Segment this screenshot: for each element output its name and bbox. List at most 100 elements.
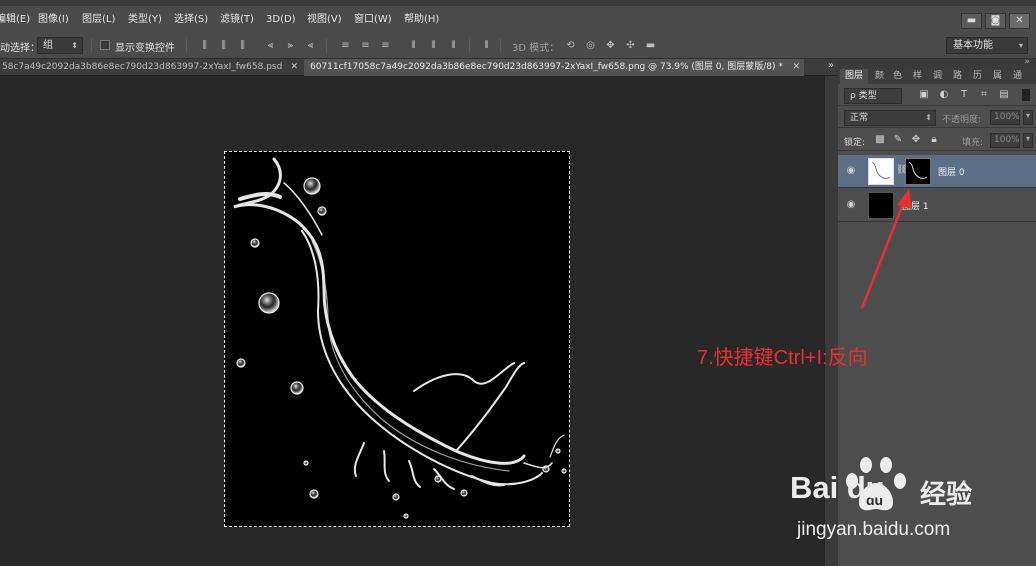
distribute-left-icon[interactable]: ⦀ bbox=[408, 40, 419, 51]
tab-channels[interactable]: 通 bbox=[1008, 69, 1027, 84]
tab-png[interactable]: 60711cf17058c7a49c2092da3b86e8ec790d23d8… bbox=[304, 59, 804, 76]
tab-label: 58c7a49c2092da3b86e8ec790d23d863997-2xYa… bbox=[2, 62, 283, 72]
close-icon[interactable]: ✕ bbox=[290, 59, 298, 75]
chevron-down-icon: ⬍ bbox=[71, 41, 78, 50]
layer-thumbnail bbox=[868, 192, 894, 219]
eye-icon[interactable]: ◉ bbox=[844, 165, 858, 177]
image-filter-icon[interactable]: ▣ bbox=[918, 89, 930, 101]
auto-align-icon[interactable]: ⦀ bbox=[481, 40, 492, 51]
align-top-icon[interactable]: ⫼ bbox=[199, 40, 210, 51]
fill-field[interactable]: 100% bbox=[990, 133, 1020, 148]
tab-layers[interactable]: 图层 bbox=[840, 69, 869, 84]
distribute-bottom-icon[interactable]: ≡ bbox=[380, 40, 391, 51]
divider bbox=[91, 38, 92, 53]
menu-filter[interactable]: 滤镜(T) bbox=[220, 12, 254, 28]
close-icon[interactable]: ✕ bbox=[792, 59, 800, 75]
slide-3d-icon[interactable]: ✣ bbox=[625, 40, 636, 51]
chevron-down-icon: ⬍ bbox=[925, 113, 932, 122]
type-filter-icon[interactable]: T bbox=[958, 89, 970, 101]
tab-styles[interactable]: 样 bbox=[908, 69, 927, 84]
restore-button[interactable]: ◙ bbox=[985, 13, 1006, 29]
window-controls: ▬ ◙ ✕ bbox=[961, 13, 1030, 29]
pan-3d-icon[interactable]: ✥ bbox=[605, 40, 616, 51]
distribute-hcenter-icon[interactable]: ⦀ bbox=[428, 40, 439, 51]
selection-marquee bbox=[224, 151, 570, 527]
menu-help[interactable]: 帮助(H) bbox=[404, 12, 439, 28]
distribute-top-icon[interactable]: ≡ bbox=[340, 40, 351, 51]
auto-select-dropdown[interactable]: 组 ⬍ bbox=[37, 37, 83, 54]
tab-color[interactable]: 颜 bbox=[870, 69, 889, 84]
lock-position-icon[interactable]: ✥ bbox=[910, 134, 922, 146]
opacity-value: 100% bbox=[994, 112, 1020, 122]
align-left-icon[interactable]: ⫷ bbox=[265, 40, 276, 51]
menu-edit[interactable]: 编辑(E) bbox=[0, 12, 30, 28]
tab-adjustments[interactable]: 调 bbox=[928, 69, 947, 84]
tab-psd[interactable]: 58c7a49c2092da3b86e8ec790d23d863997-2xYa… bbox=[0, 59, 302, 76]
tab-overflow-icon[interactable]: » bbox=[828, 60, 834, 71]
watermark-url: jingyan.baidu.com bbox=[797, 519, 951, 540]
layer-row-1[interactable]: ◉ 图层 1 bbox=[838, 189, 1036, 222]
menu-type[interactable]: 类型(Y) bbox=[128, 12, 162, 28]
align-hcenter-icon[interactable]: ⫸ bbox=[285, 40, 296, 51]
collapse-icon[interactable]: » bbox=[1024, 57, 1030, 67]
opacity-field[interactable]: 100% bbox=[990, 110, 1020, 125]
menu-select[interactable]: 选择(S) bbox=[174, 12, 208, 28]
layer-row-0[interactable]: ◉ ⛓ 图层 0 bbox=[838, 155, 1036, 188]
show-transform-label: 显示变换控件 bbox=[115, 43, 175, 54]
eye-icon[interactable]: ◉ bbox=[844, 199, 858, 211]
layer-filter-row: ρ 类型 ▣ ◐ T ⌗ ▤ bbox=[838, 85, 1036, 106]
tab-history[interactable]: 历 bbox=[968, 69, 987, 84]
roll-3d-icon[interactable]: ◎ bbox=[585, 40, 596, 51]
lock-label: 锁定: bbox=[844, 138, 866, 148]
align-bottom-icon[interactable]: ⫼ bbox=[237, 40, 248, 51]
layer-name: 图层 1 bbox=[902, 202, 929, 212]
show-transform-checkbox[interactable] bbox=[100, 40, 110, 50]
watermark-brand: Bai du bbox=[790, 470, 885, 505]
options-bar: 动选择： 组 ⬍ 显示变换控件 ⫼ ⫼ ⫼ ⫷ ⫸ ⫷ ≡ ≡ ≡ ⦀ ⦀ ⦀ … bbox=[0, 32, 1036, 59]
panel-tabs: 图层 颜 色 样 调 路 历 属 通 bbox=[838, 69, 1036, 84]
distribute-right-icon[interactable]: ⦀ bbox=[448, 40, 459, 51]
close-window-button[interactable]: ✕ bbox=[1009, 13, 1030, 29]
divider bbox=[469, 38, 470, 53]
panel-header: » bbox=[838, 57, 1036, 69]
divider bbox=[500, 38, 501, 53]
align-vcenter-icon[interactable]: ⫼ bbox=[218, 40, 229, 51]
menu-image[interactable]: 图像(I) bbox=[38, 12, 69, 28]
blend-mode-dropdown[interactable]: 正常 ⬍ bbox=[844, 110, 936, 126]
minimize-button[interactable]: ▬ bbox=[961, 13, 982, 29]
lock-transparency-icon[interactable]: ▩ bbox=[874, 134, 886, 146]
menu-window[interactable]: 窗口(W) bbox=[354, 12, 392, 28]
workspace-value: 基本功能 bbox=[953, 40, 993, 51]
workspace-dropdown[interactable]: 基本功能 ▾ bbox=[946, 37, 1028, 54]
watermark-cn: 经验 bbox=[920, 480, 973, 510]
tab-properties[interactable]: 属 bbox=[988, 69, 1007, 84]
menu-layer[interactable]: 图层(L) bbox=[82, 12, 115, 28]
layer-thumbnail bbox=[868, 158, 894, 185]
blend-row: 正常 ⬍ 不透明度: 100% ▾ bbox=[838, 107, 1036, 128]
align-right-icon[interactable]: ⫷ bbox=[305, 40, 316, 51]
smart-object-filter-icon[interactable]: ▤ bbox=[998, 89, 1010, 101]
mode-3d-label: 3D 模式： bbox=[512, 43, 560, 54]
opacity-slider-toggle[interactable]: ▾ bbox=[1023, 110, 1033, 125]
mask-thumb-graphic bbox=[908, 161, 928, 179]
camera-3d-icon[interactable]: ▬ bbox=[645, 40, 656, 51]
layer-mask-thumbnail[interactable] bbox=[905, 158, 931, 185]
filter-toggle-icon[interactable] bbox=[1022, 89, 1030, 101]
adjustment-filter-icon[interactable]: ◐ bbox=[938, 89, 950, 101]
lock-pixels-icon[interactable]: ✎ bbox=[892, 134, 904, 146]
shape-filter-icon[interactable]: ⌗ bbox=[978, 89, 990, 101]
menu-3d[interactable]: 3D(D) bbox=[266, 12, 296, 28]
lock-icon[interactable]: 🔒︎ bbox=[928, 134, 940, 146]
filter-kind-dropdown[interactable]: ρ 类型 bbox=[844, 88, 902, 104]
layer-name: 图层 0 bbox=[938, 168, 965, 178]
tab-paths[interactable]: 路 bbox=[948, 69, 967, 84]
rotate-3d-icon[interactable]: ⟲ bbox=[565, 40, 576, 51]
tab-swatches[interactable]: 色 bbox=[888, 69, 907, 84]
fill-slider-toggle[interactable]: ▾ bbox=[1023, 133, 1033, 148]
splash-thumb-graphic bbox=[871, 161, 891, 179]
menu-view[interactable]: 视图(V) bbox=[307, 12, 342, 28]
opacity-label: 不透明度: bbox=[942, 115, 982, 125]
auto-select-value: 组 bbox=[43, 40, 53, 51]
distribute-vcenter-icon[interactable]: ≡ bbox=[360, 40, 371, 51]
divider bbox=[326, 38, 327, 53]
